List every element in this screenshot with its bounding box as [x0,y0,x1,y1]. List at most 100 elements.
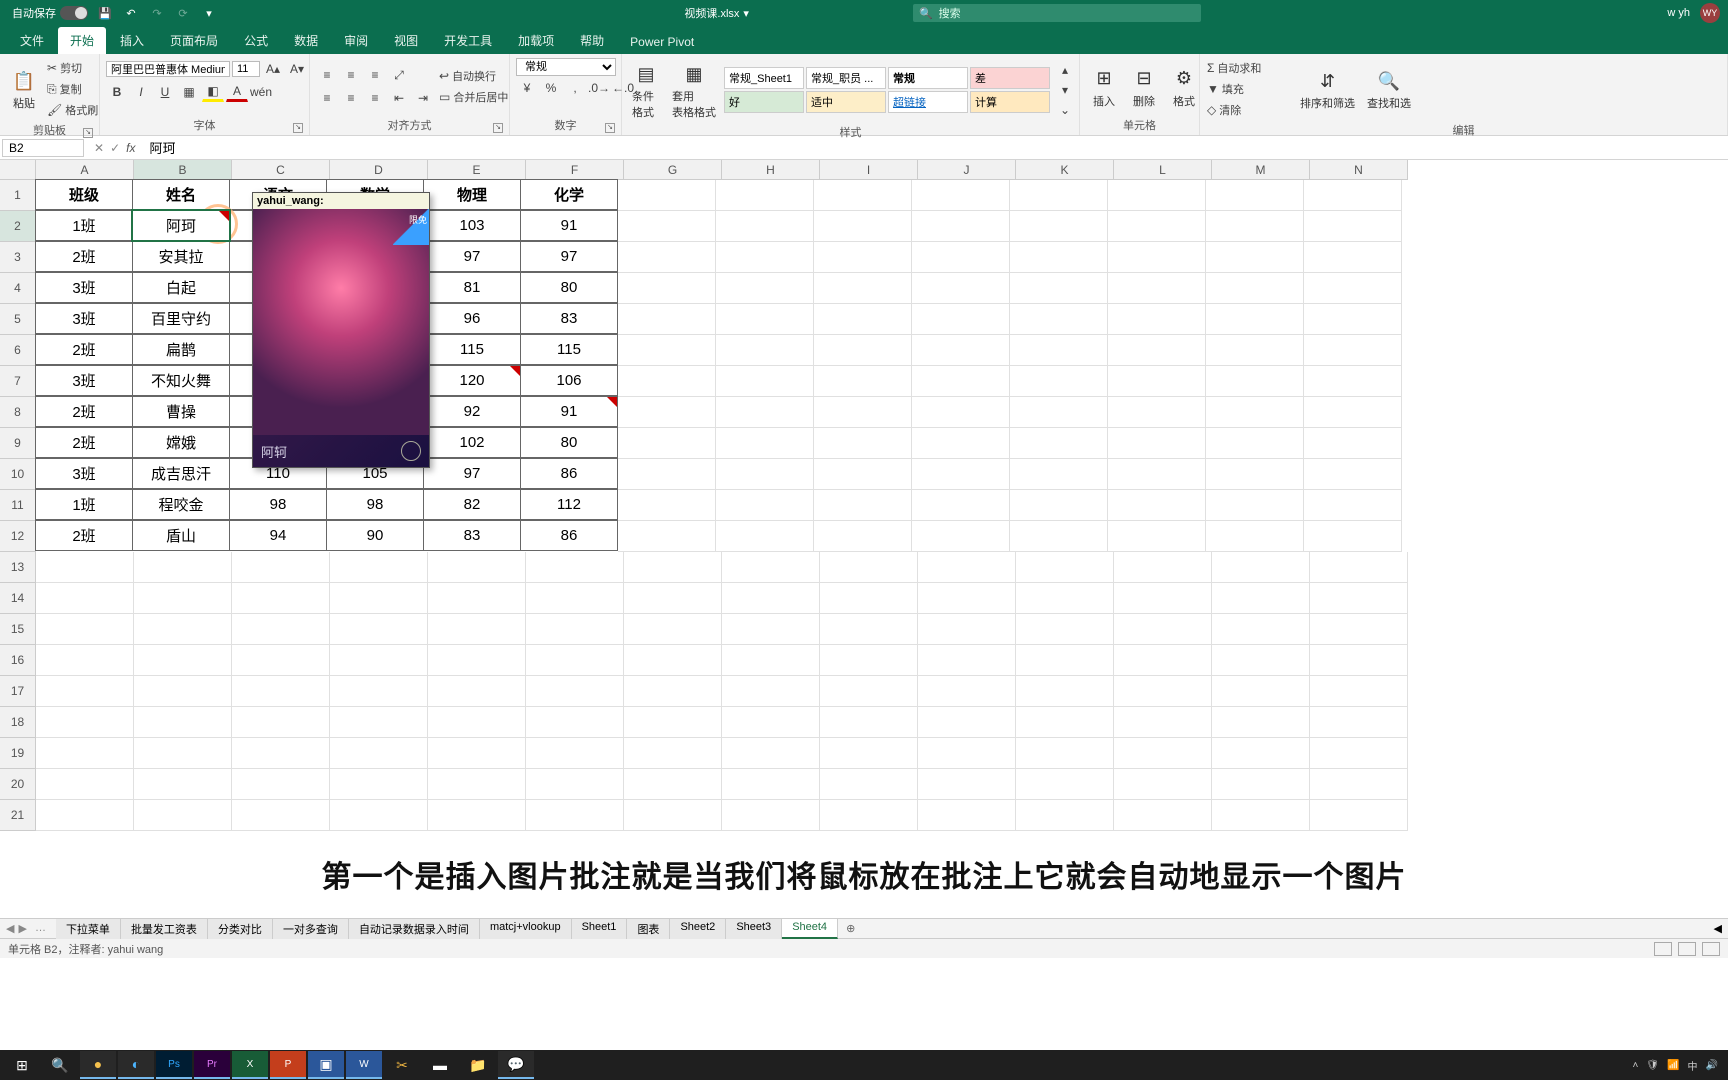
premiere-icon[interactable]: Pr [194,1051,230,1079]
cell-I4[interactable] [814,273,912,304]
tab-视图[interactable]: 视图 [382,27,430,54]
cell-D18[interactable] [330,707,428,738]
cell-L4[interactable] [1108,273,1206,304]
cell-M12[interactable] [1206,521,1304,552]
cell-H3[interactable] [716,242,814,273]
cell-C17[interactable] [232,676,330,707]
cell-E18[interactable] [428,707,526,738]
cell-L18[interactable] [1114,707,1212,738]
cell-M6[interactable] [1206,335,1304,366]
cell-M4[interactable] [1206,273,1304,304]
cell-E17[interactable] [428,676,526,707]
align-center-icon[interactable]: ≡ [340,88,362,108]
cell-E15[interactable] [428,614,526,645]
cell-A21[interactable] [36,800,134,831]
cell-H2[interactable] [716,211,814,242]
sheet-nav-more-icon[interactable]: … [31,922,50,935]
colhead-F[interactable]: F [526,160,624,180]
explorer-icon[interactable]: 📁 [460,1051,496,1079]
qat-dropdown-icon[interactable]: ▾ [200,4,218,22]
cell-F16[interactable] [526,645,624,676]
cell-B1[interactable]: 姓名 [132,179,230,210]
tab-插入[interactable]: 插入 [108,27,156,54]
cell-K4[interactable] [1010,273,1108,304]
cell-C14[interactable] [232,583,330,614]
colhead-C[interactable]: C [232,160,330,180]
format-as-table-button[interactable]: ▦套用 表格格式 [668,58,720,122]
cell-H12[interactable] [716,521,814,552]
colhead-D[interactable]: D [330,160,428,180]
colhead-N[interactable]: N [1310,160,1408,180]
tab-加载项[interactable]: 加载项 [506,27,566,54]
page-break-view-icon[interactable] [1702,942,1720,956]
sheet-tab-分类对比[interactable]: 分类对比 [208,919,273,939]
align-left-icon[interactable]: ≡ [316,88,338,108]
cell-J20[interactable] [918,769,1016,800]
cell-M11[interactable] [1206,490,1304,521]
cell-B6[interactable]: 扁鹊 [132,334,230,365]
cell-I20[interactable] [820,769,918,800]
rowhead-18[interactable]: 18 [0,707,36,738]
enter-formula-icon[interactable]: ✓ [110,141,120,155]
cell-H4[interactable] [716,273,814,304]
cell-L13[interactable] [1114,552,1212,583]
cell-D11[interactable]: 98 [326,489,424,520]
cell-H7[interactable] [716,366,814,397]
cell-N16[interactable] [1310,645,1408,676]
cell-K21[interactable] [1016,800,1114,831]
gallery-down-icon[interactable]: ▾ [1054,80,1076,100]
cell-N10[interactable] [1304,459,1402,490]
cell-E1[interactable]: 物理 [423,179,521,210]
cell-K6[interactable] [1010,335,1108,366]
cell-J4[interactable] [912,273,1010,304]
rowhead-2[interactable]: 2 [0,211,36,242]
cell-L14[interactable] [1114,583,1212,614]
app-icon[interactable]: ▣ [308,1051,344,1079]
cell-E2[interactable]: 103 [423,210,521,241]
cell-B5[interactable]: 百里守约 [132,303,230,334]
cell-I7[interactable] [814,366,912,397]
cell-F7[interactable]: 106 [520,365,618,396]
cell-K11[interactable] [1010,490,1108,521]
cell-N11[interactable] [1304,490,1402,521]
conditional-format-button[interactable]: ▤条件格式 [628,58,664,122]
style-常规_Sheet1[interactable]: 常规_Sheet1 [724,67,804,89]
increase-decimal-icon[interactable]: .0→ [588,78,610,98]
cell-B12[interactable]: 盾山 [132,520,230,551]
cell-D21[interactable] [330,800,428,831]
cell-I8[interactable] [814,397,912,428]
cell-L6[interactable] [1108,335,1206,366]
delete-cells-button[interactable]: ⊟删除 [1126,63,1162,111]
cell-J7[interactable] [912,366,1010,397]
spreadsheet-grid[interactable]: ABCDEFGHIJKLMN 1234567891011121314151617… [0,160,1728,918]
cell-K19[interactable] [1016,738,1114,769]
gallery-up-icon[interactable]: ▴ [1054,60,1076,80]
bold-button[interactable]: B [106,82,128,102]
rowhead-7[interactable]: 7 [0,366,36,397]
cell-E14[interactable] [428,583,526,614]
cell-C20[interactable] [232,769,330,800]
cell-F10[interactable]: 86 [520,458,618,489]
cell-G18[interactable] [624,707,722,738]
cell-B19[interactable] [134,738,232,769]
sheet-tab-Sheet4[interactable]: Sheet4 [782,919,838,939]
cell-F8[interactable]: 91 [520,396,618,427]
cell-E19[interactable] [428,738,526,769]
cell-G20[interactable] [624,769,722,800]
cell-K12[interactable] [1010,521,1108,552]
rowhead-4[interactable]: 4 [0,273,36,304]
rowhead-21[interactable]: 21 [0,800,36,831]
cell-A4[interactable]: 3班 [35,272,133,303]
gallery-more-icon[interactable]: ⌄ [1054,100,1076,120]
align-bottom-icon[interactable]: ≡ [364,65,386,85]
cell-L10[interactable] [1108,459,1206,490]
insert-cells-button[interactable]: ⊞插入 [1086,63,1122,111]
cell-L8[interactable] [1108,397,1206,428]
cell-A6[interactable]: 2班 [35,334,133,365]
cell-N14[interactable] [1310,583,1408,614]
cell-F17[interactable] [526,676,624,707]
cell-I16[interactable] [820,645,918,676]
cell-F20[interactable] [526,769,624,800]
cell-K13[interactable] [1016,552,1114,583]
cell-N19[interactable] [1310,738,1408,769]
